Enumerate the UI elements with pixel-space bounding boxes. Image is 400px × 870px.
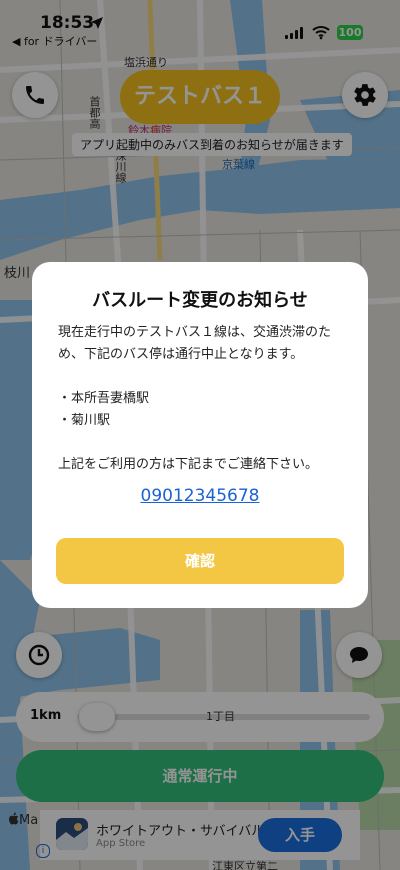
route-change-dialog: バスルート変更のお知らせ 現在走行中のテストバス１線は、交通渋滞のため、下記のバ…: [32, 262, 368, 608]
dialog-message: 現在走行中のテストバス１線は、交通渋滞のため、下記のバス停は通行中止となります。: [58, 325, 332, 362]
contact-message: 上記をご利用の方は下記までご連絡下さい。: [58, 457, 319, 472]
stop-item: ・本所吾妻橋駅: [58, 391, 150, 406]
stop-item: ・菊川駅: [58, 413, 111, 428]
dialog-title: バスルート変更のお知らせ: [92, 290, 308, 311]
confirm-button[interactable]: 確認: [56, 538, 344, 584]
dialog-body: 現在走行中のテストバス１線は、交通渋滞のため、下記のバス停は通行中止となります。…: [58, 322, 348, 476]
phone-number-link[interactable]: 09012345678: [32, 486, 368, 506]
